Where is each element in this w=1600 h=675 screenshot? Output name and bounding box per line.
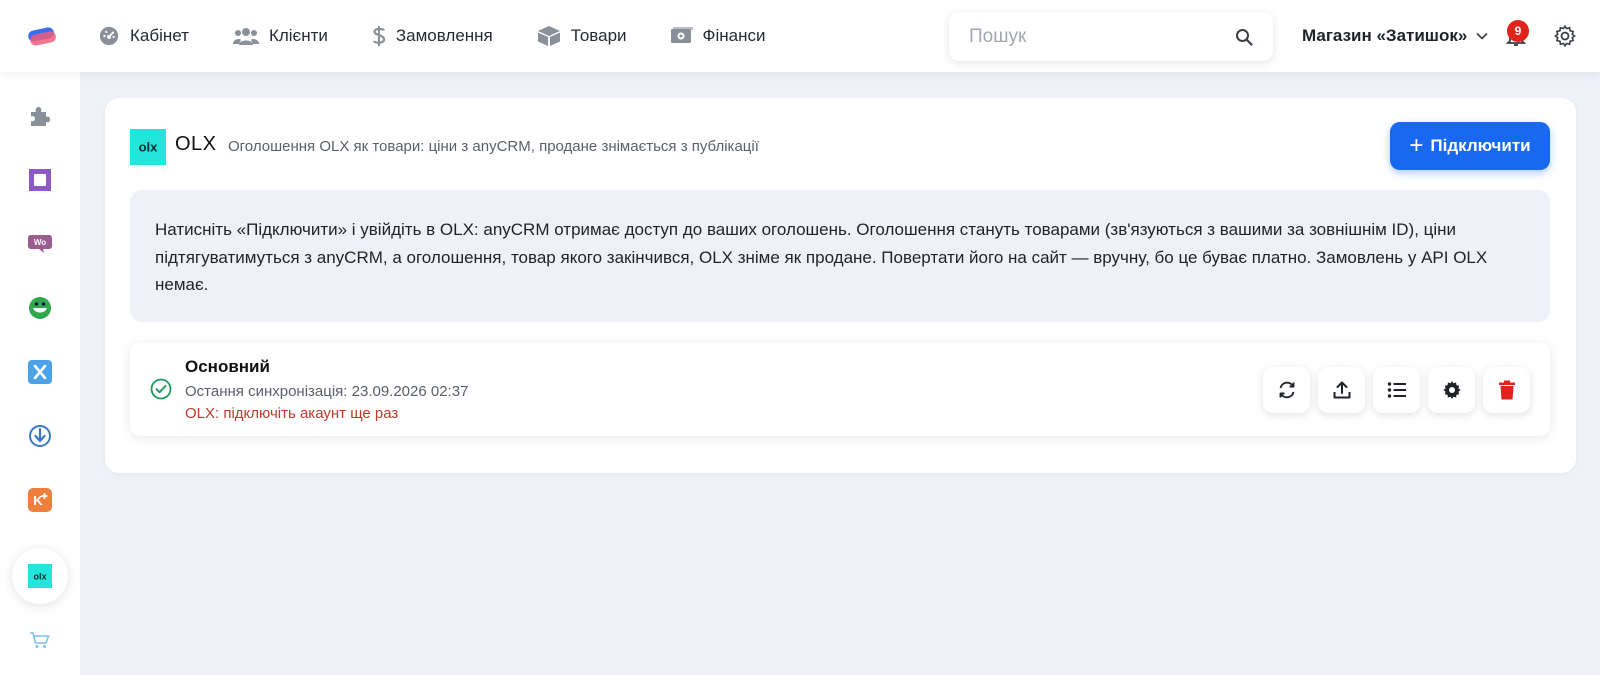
upload-icon — [1333, 381, 1350, 399]
search-input[interactable] — [969, 25, 1235, 48]
search-icon[interactable] — [1235, 28, 1253, 46]
notification-badge: 9 — [1507, 20, 1529, 42]
main-nav: Кабінет Клієнти Замовлення Товари Фінанс… — [98, 0, 809, 72]
settings-gear-icon[interactable] — [1553, 24, 1577, 48]
smile-app-icon — [29, 297, 51, 319]
nav-item-finance[interactable]: Фінанси — [670, 26, 766, 46]
store-selector[interactable]: Магазин «Затишок» — [1302, 0, 1489, 72]
sidebar-item-k-plus[interactable]: K — [12, 472, 68, 528]
app-logo-icon[interactable] — [26, 24, 58, 48]
account-actions — [1255, 367, 1530, 413]
users-icon — [232, 28, 259, 45]
nav-item-label: Замовлення — [395, 26, 493, 45]
woo-icon: Wo — [28, 235, 52, 253]
svg-text:olx: olx — [139, 140, 159, 155]
nav-item-label: Фінанси — [702, 26, 766, 45]
integration-title: OLX — [175, 133, 217, 155]
account-name: Основний — [185, 357, 270, 376]
sidebar-item-plugins[interactable] — [12, 88, 68, 144]
sync-button[interactable] — [1263, 367, 1310, 413]
nav-item-orders[interactable]: Замовлення — [372, 25, 493, 47]
check-circle-icon — [150, 378, 172, 400]
olx-logo-mark: olx — [139, 140, 159, 155]
account-row: Основний Остання синхронізація: 23.09.20… — [130, 343, 1550, 436]
sidebar-item-woo[interactable]: Wo — [12, 216, 68, 272]
box-icon — [537, 26, 560, 46]
olx-logo-icon: olx — [130, 129, 166, 165]
search-box — [949, 12, 1273, 61]
upload-button[interactable] — [1318, 367, 1365, 413]
chevron-down-icon — [1476, 32, 1488, 40]
sidebar-item-download[interactable] — [12, 408, 68, 464]
dollar-icon — [372, 26, 385, 46]
nav-item-label: Кабінет — [130, 26, 189, 45]
money-icon — [670, 27, 693, 43]
plus-icon: + — [1409, 132, 1424, 159]
gear-icon — [1442, 381, 1461, 399]
info-panel: Натисніть «Підключити» і увійдіть в OLX:… — [130, 190, 1550, 322]
nav-item-products[interactable]: Товари — [537, 25, 627, 47]
integration-card: olx OLX Оголошення OLX як товари: ціни з… — [105, 98, 1576, 473]
k-plus-app-icon: K — [28, 488, 52, 512]
reconnect-warning: OLX: підключіть акаунт ще раз — [185, 405, 399, 422]
sidebar-item-square[interactable] — [12, 152, 68, 208]
connect-button-label: Підключити — [1430, 136, 1531, 155]
download-app-icon — [29, 425, 51, 447]
sidebar-item-cart[interactable] — [12, 612, 68, 668]
store-name: Магазин «Затишок» — [1302, 26, 1468, 45]
svg-text:Wo: Wo — [34, 238, 46, 247]
nav-item-cabinet[interactable]: Кабінет — [98, 25, 189, 47]
integration-description: Оголошення OLX як товари: ціни з anyCRM,… — [228, 138, 759, 155]
square-app-icon — [29, 169, 51, 191]
list-icon — [1387, 382, 1406, 398]
nav-item-label: Клієнти — [268, 26, 328, 45]
x-app-icon — [28, 360, 52, 384]
integrations-sidebar: Wo K olx — [0, 72, 80, 675]
nav-item-label: Товари — [570, 26, 627, 45]
svg-text:olx: olx — [33, 572, 46, 582]
list-button[interactable] — [1373, 367, 1420, 413]
last-sync-text: Остання синхронізація: 23.09.2026 02:37 — [185, 383, 469, 400]
delete-button[interactable] — [1483, 367, 1530, 413]
cart-icon — [30, 632, 50, 648]
olx-app-icon: olx — [28, 564, 52, 588]
dashboard-icon — [99, 26, 119, 46]
nav-item-clients[interactable]: Клієнти — [232, 26, 328, 46]
connect-button[interactable]: + Підключити — [1390, 122, 1550, 170]
sync-icon — [1279, 381, 1294, 399]
sidebar-item-olx[interactable]: olx — [12, 548, 68, 604]
settings-button[interactable] — [1428, 367, 1475, 413]
top-bar: Кабінет Клієнти Замовлення Товари Фінанс… — [0, 0, 1600, 72]
sidebar-item-smile[interactable] — [12, 280, 68, 336]
trash-icon — [1498, 380, 1515, 400]
puzzle-icon — [31, 107, 50, 126]
sidebar-item-x[interactable] — [12, 344, 68, 400]
